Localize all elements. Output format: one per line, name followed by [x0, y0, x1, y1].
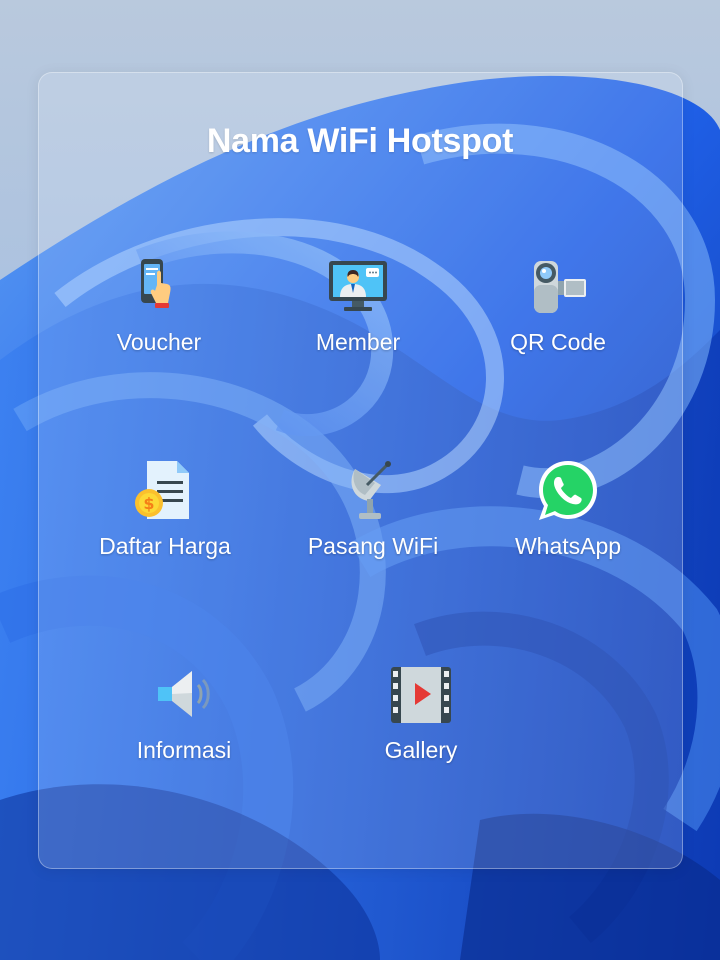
page-title: Nama WiFi Hotspot: [206, 122, 514, 160]
menu-item-voucher[interactable]: Voucher: [69, 255, 249, 375]
phone-tap-icon: [127, 255, 191, 319]
menu-item-label: Informasi: [136, 737, 232, 763]
menu-item-label: Voucher: [116, 329, 202, 355]
menu-item-daftar-harga[interactable]: $ Daftar Harga: [75, 459, 255, 579]
satellite-dish-icon: [341, 459, 405, 523]
speaker-icon: [152, 663, 216, 727]
price-list-icon: $: [133, 459, 197, 523]
whatsapp-icon: [536, 459, 600, 523]
monitor-user-icon: [326, 255, 390, 319]
menu-item-label: QR Code: [510, 329, 606, 355]
menu-item-informasi[interactable]: Informasi: [94, 663, 274, 783]
menu-item-label: Daftar Harga: [99, 533, 231, 559]
film-play-icon: [389, 663, 453, 727]
menu-item-member[interactable]: Member: [268, 255, 448, 375]
menu-item-gallery[interactable]: Gallery: [331, 663, 511, 783]
menu-item-label: Member: [315, 329, 401, 355]
menu-item-label: WhatsApp: [514, 533, 622, 559]
menu-item-whatsapp[interactable]: WhatsApp: [478, 459, 658, 579]
menu-item-qr-code[interactable]: QR Code: [468, 255, 648, 375]
menu-item-pasang-wifi[interactable]: Pasang WiFi: [283, 459, 463, 579]
svg-text:$: $: [143, 494, 154, 513]
menu-item-label: Gallery: [384, 737, 458, 763]
video-camera-icon: [526, 255, 590, 319]
menu-item-label: Pasang WiFi: [307, 533, 439, 559]
